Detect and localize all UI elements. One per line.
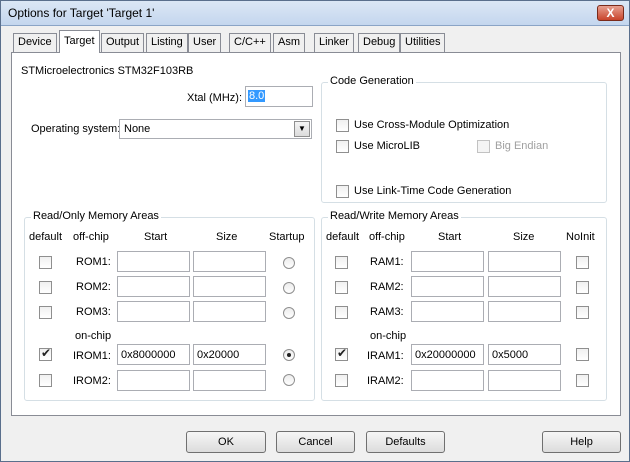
rom2-size-input[interactable] bbox=[193, 276, 266, 297]
ram-header-offchip: off-chip bbox=[369, 231, 405, 243]
rom1-start-input[interactable] bbox=[117, 251, 190, 272]
ram1-size-input[interactable] bbox=[488, 251, 561, 272]
chevron-down-icon[interactable]: ▼ bbox=[294, 121, 310, 137]
rom1-default-checkbox[interactable] bbox=[39, 256, 52, 269]
ram-header-noinit: NoInit bbox=[566, 231, 595, 243]
iram2-noinit-checkbox[interactable] bbox=[576, 374, 589, 387]
ram1-label: RAM1: bbox=[370, 256, 404, 268]
iram1-size-input[interactable] bbox=[488, 344, 561, 365]
big-endian-checkbox[interactable] bbox=[477, 140, 490, 153]
irom2-startup-radio[interactable] bbox=[283, 374, 295, 386]
ram3-start-input[interactable] bbox=[411, 301, 484, 322]
options-dialog: Options for Target 'Target 1' X Device T… bbox=[0, 0, 630, 462]
rom3-label: ROM3: bbox=[76, 306, 111, 318]
rom3-start-input[interactable] bbox=[117, 301, 190, 322]
microlib-label: Use MicroLIB bbox=[354, 140, 421, 152]
rom-header-size: Size bbox=[216, 231, 238, 243]
irom1-start-input[interactable] bbox=[117, 344, 190, 365]
tab-debug[interactable]: Debug bbox=[358, 33, 401, 52]
irom1-startup-radio[interactable] bbox=[283, 349, 295, 361]
ram-onchip-label: on-chip bbox=[370, 330, 407, 342]
iram1-noinit-checkbox[interactable] bbox=[576, 348, 589, 361]
ok-button[interactable]: OK bbox=[186, 431, 266, 453]
tab-output[interactable]: Output bbox=[101, 33, 145, 52]
code-generation-title: Code Generation bbox=[328, 75, 416, 87]
tab-user[interactable]: User bbox=[188, 33, 222, 52]
cancel-button[interactable]: Cancel bbox=[276, 431, 355, 453]
rom-onchip-label: on-chip bbox=[75, 330, 112, 342]
iram1-label: IRAM1: bbox=[367, 350, 404, 362]
ram1-noinit-checkbox[interactable] bbox=[576, 256, 589, 269]
close-button[interactable]: X bbox=[597, 5, 624, 21]
ram3-size-input[interactable] bbox=[488, 301, 561, 322]
irom2-label: IROM2: bbox=[73, 375, 111, 387]
irom1-size-input[interactable] bbox=[193, 344, 266, 365]
rom-group-title: Read/Only Memory Areas bbox=[31, 210, 161, 222]
window-title: Options for Target 'Target 1' bbox=[8, 6, 155, 20]
tab-target[interactable]: Target bbox=[59, 30, 100, 53]
rom-header-offchip: off-chip bbox=[73, 231, 109, 243]
title-bar: Options for Target 'Target 1' X bbox=[1, 1, 629, 26]
irom1-label: IROM1: bbox=[73, 350, 111, 362]
tab-device[interactable]: Device bbox=[13, 33, 57, 52]
rom2-startup-radio[interactable] bbox=[283, 282, 295, 294]
iram2-size-input[interactable] bbox=[488, 370, 561, 391]
os-label: Operating system: bbox=[31, 123, 121, 135]
rom3-startup-radio[interactable] bbox=[283, 307, 295, 319]
ram2-label: RAM2: bbox=[370, 281, 404, 293]
ram2-noinit-checkbox[interactable] bbox=[576, 281, 589, 294]
big-endian-label: Big Endian bbox=[495, 140, 549, 152]
os-select[interactable]: None ▼ bbox=[119, 119, 312, 139]
rom-header-start: Start bbox=[144, 231, 168, 243]
irom2-size-input[interactable] bbox=[193, 370, 266, 391]
rom2-default-checkbox[interactable] bbox=[39, 281, 52, 294]
rom2-start-input[interactable] bbox=[117, 276, 190, 297]
tab-listing[interactable]: Listing bbox=[146, 33, 188, 52]
rom-header-startup: Startup bbox=[269, 231, 305, 243]
ltcg-checkbox[interactable] bbox=[336, 185, 349, 198]
ram1-start-input[interactable] bbox=[411, 251, 484, 272]
microlib-checkbox[interactable] bbox=[336, 140, 349, 153]
ram3-default-checkbox[interactable] bbox=[335, 306, 348, 319]
rom-header-default: default bbox=[29, 231, 63, 243]
ram2-size-input[interactable] bbox=[488, 276, 561, 297]
iram2-default-checkbox[interactable] bbox=[335, 374, 348, 387]
ram-header-start: Start bbox=[438, 231, 462, 243]
ram3-noinit-checkbox[interactable] bbox=[576, 306, 589, 319]
iram2-label: IRAM2: bbox=[367, 375, 404, 387]
xtal-label: Xtal (MHz): bbox=[187, 92, 242, 104]
tab-c-cpp[interactable]: C/C++ bbox=[229, 33, 271, 52]
ram3-label: RAM3: bbox=[370, 306, 404, 318]
cross-module-checkbox[interactable] bbox=[336, 119, 349, 132]
ram1-default-checkbox[interactable] bbox=[335, 256, 348, 269]
ram-group-title: Read/Write Memory Areas bbox=[328, 210, 461, 222]
rom1-size-input[interactable] bbox=[193, 251, 266, 272]
rom1-startup-radio[interactable] bbox=[283, 257, 295, 269]
xtal-value: 8.0 bbox=[248, 90, 266, 102]
ram-header-size: Size bbox=[513, 231, 535, 243]
ltcg-label: Use Link-Time Code Generation bbox=[354, 185, 512, 197]
cross-module-label: Use Cross-Module Optimization bbox=[354, 119, 510, 131]
rom3-default-checkbox[interactable] bbox=[39, 306, 52, 319]
iram1-start-input[interactable] bbox=[411, 344, 484, 365]
ram2-start-input[interactable] bbox=[411, 276, 484, 297]
rom3-size-input[interactable] bbox=[193, 301, 266, 322]
irom2-default-checkbox[interactable] bbox=[39, 374, 52, 387]
os-value: None bbox=[124, 123, 151, 135]
tab-asm[interactable]: Asm bbox=[273, 33, 305, 52]
tab-utilities[interactable]: Utilities bbox=[400, 33, 446, 52]
defaults-button[interactable]: Defaults bbox=[366, 431, 445, 453]
ram-header-default: default bbox=[326, 231, 360, 243]
tab-linker[interactable]: Linker bbox=[314, 33, 354, 52]
help-button[interactable]: Help bbox=[542, 431, 621, 453]
irom2-start-input[interactable] bbox=[117, 370, 190, 391]
irom1-default-checkbox[interactable] bbox=[39, 346, 52, 361]
ram2-default-checkbox[interactable] bbox=[335, 281, 348, 294]
rom2-label: ROM2: bbox=[76, 281, 111, 293]
xtal-input[interactable]: 8.0 bbox=[245, 86, 313, 107]
rom1-label: ROM1: bbox=[76, 256, 111, 268]
iram1-default-checkbox[interactable] bbox=[335, 346, 348, 361]
device-name: STMicroelectronics STM32F103RB bbox=[21, 65, 194, 77]
iram2-start-input[interactable] bbox=[411, 370, 484, 391]
